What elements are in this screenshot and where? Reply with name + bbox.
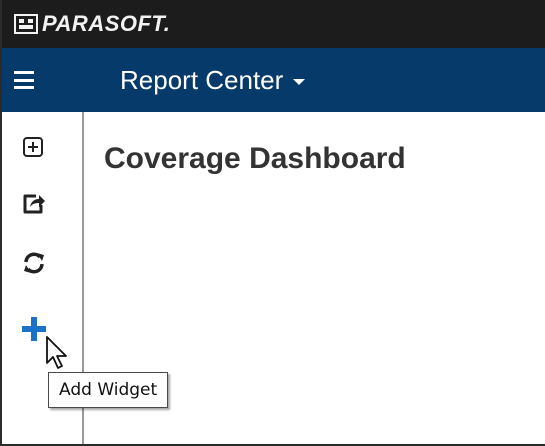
top-nav-bar: Report Center <box>2 48 545 112</box>
brand-bar: PARASOFT. <box>2 0 545 48</box>
refresh-icon[interactable] <box>22 251 46 275</box>
mouse-pointer-icon <box>46 336 67 369</box>
app-window: PARASOFT. Report Center Coverage Dashboa… <box>0 0 545 446</box>
share-export-icon[interactable] <box>22 193 46 215</box>
expand-plus-box-icon[interactable] <box>22 136 44 158</box>
report-center-dropdown[interactable]: Report Center <box>120 64 306 96</box>
add-plus-icon[interactable] <box>22 316 46 342</box>
parasoft-logo-icon <box>14 14 38 34</box>
add-widget-tooltip: Add Widget <box>48 372 169 408</box>
page-title: Coverage Dashboard <box>104 142 406 175</box>
report-center-label: Report Center <box>120 64 284 95</box>
hamburger-menu-icon[interactable] <box>14 69 34 91</box>
caret-down-icon <box>293 79 306 85</box>
brand-logo-text: PARASOFT. <box>42 11 171 36</box>
